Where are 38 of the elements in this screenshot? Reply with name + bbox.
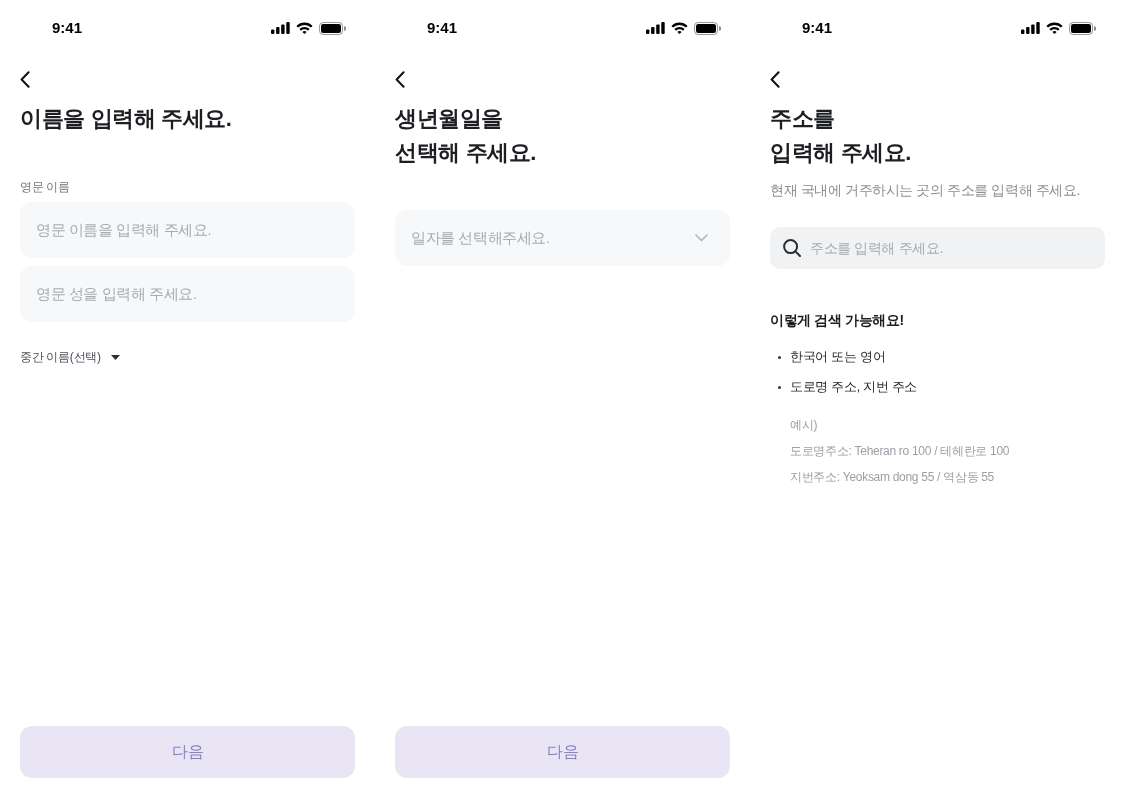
date-select-field[interactable]: 일자를 선택해주세요. (395, 210, 730, 266)
bullet-icon (778, 385, 781, 389)
battery-icon (694, 21, 721, 35)
bullet-text: 한국어 또는 영어 (790, 349, 886, 366)
wifi-icon (671, 22, 688, 34)
back-button[interactable] (770, 70, 780, 88)
bullet-text: 도로명 주소, 지번 주소 (790, 379, 917, 396)
bullet-icon (778, 355, 781, 359)
battery-icon (1069, 21, 1096, 35)
field-label: 영문 이름 (20, 179, 70, 196)
example-text: 도로명주소: Teheran ro 100 / 테헤란로 100 (790, 443, 1010, 460)
signal-icon (271, 22, 290, 34)
search-field[interactable]: 주소를 입력해 주세요. (770, 227, 1105, 269)
status-time: 9:41 (427, 18, 458, 38)
page-subtitle: 현재 국내에 거주하시는 곳의 주소를 입력해 주세요. (770, 181, 1082, 200)
back-button[interactable] (395, 70, 405, 88)
page-title: 주소를 입력해 주세요. (770, 105, 913, 167)
search-icon (783, 239, 801, 257)
example-label: 예시) (790, 417, 818, 434)
chevron-left-icon (20, 70, 30, 88)
status-time: 9:41 (52, 18, 83, 38)
text-input-field[interactable]: 영문 성을 입력해 주세요. (20, 266, 355, 322)
wifi-icon (296, 22, 313, 34)
signal-icon (646, 22, 665, 34)
chevron-left-icon (395, 70, 405, 88)
battery-icon (319, 21, 346, 35)
wifi-icon (1046, 22, 1063, 34)
signal-icon (1021, 22, 1040, 34)
page-title: 생년월일을 선택해 주세요. (395, 105, 538, 167)
chevron-left-icon (770, 70, 780, 88)
page-title: 이름을 입력해 주세요. (20, 105, 233, 133)
example-text: 지번주소: Yeoksam dong 55 / 역삼동 55 (790, 469, 994, 486)
back-button[interactable] (20, 70, 30, 88)
help-heading: 이렇게 검색 가능해요! (770, 311, 905, 330)
chevron-down-icon (695, 234, 708, 242)
middle-name-toggle[interactable]: 중간 이름(선택) (20, 348, 120, 366)
text-input-field[interactable]: 영문 이름을 입력해 주세요. (20, 202, 355, 258)
status-time: 9:41 (802, 18, 833, 38)
